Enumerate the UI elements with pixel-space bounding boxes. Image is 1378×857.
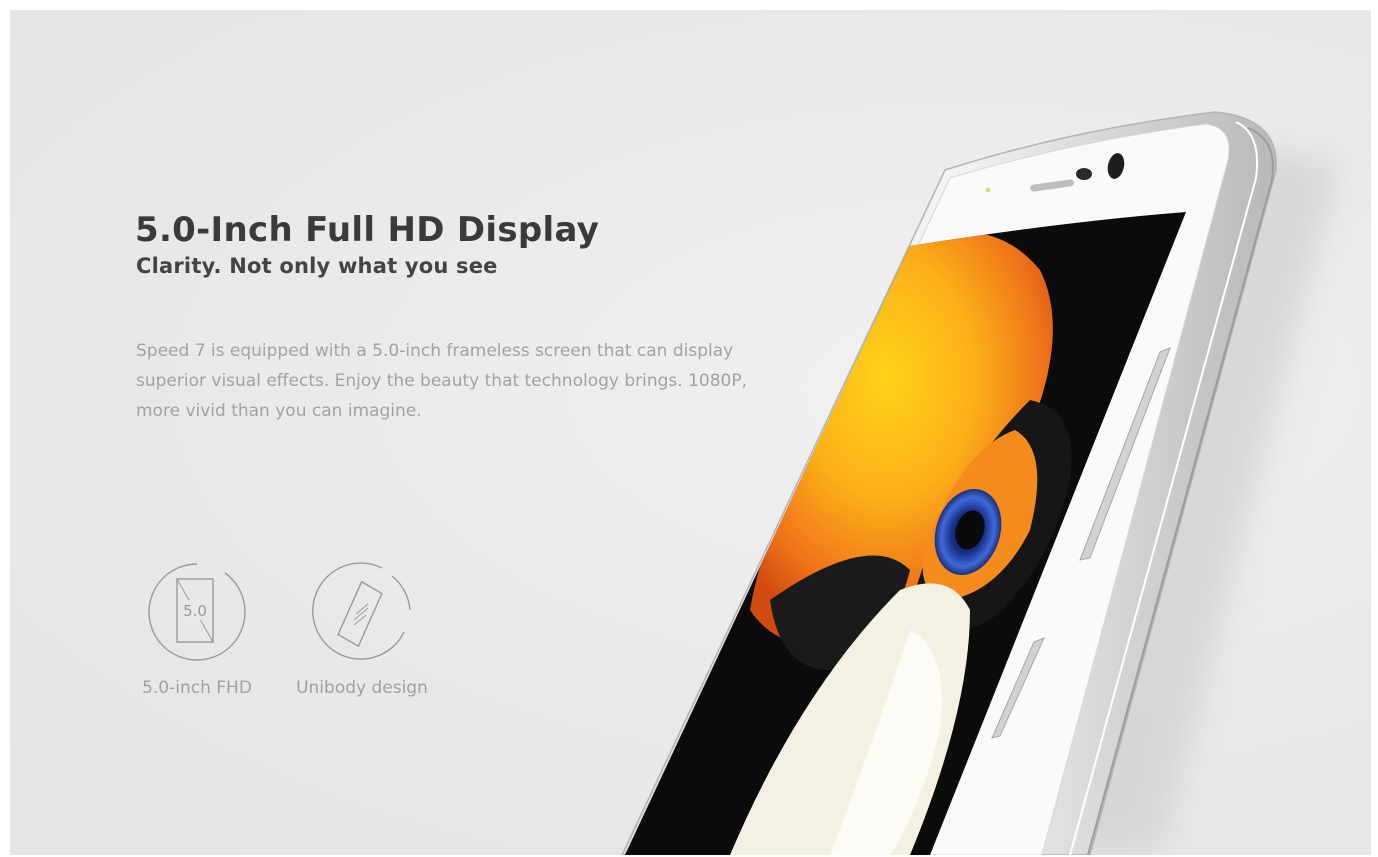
phone-image — [621, 111, 1340, 855]
product-banner: 5.0-Inch Full HD Display Clarity. Not on… — [10, 10, 1371, 855]
